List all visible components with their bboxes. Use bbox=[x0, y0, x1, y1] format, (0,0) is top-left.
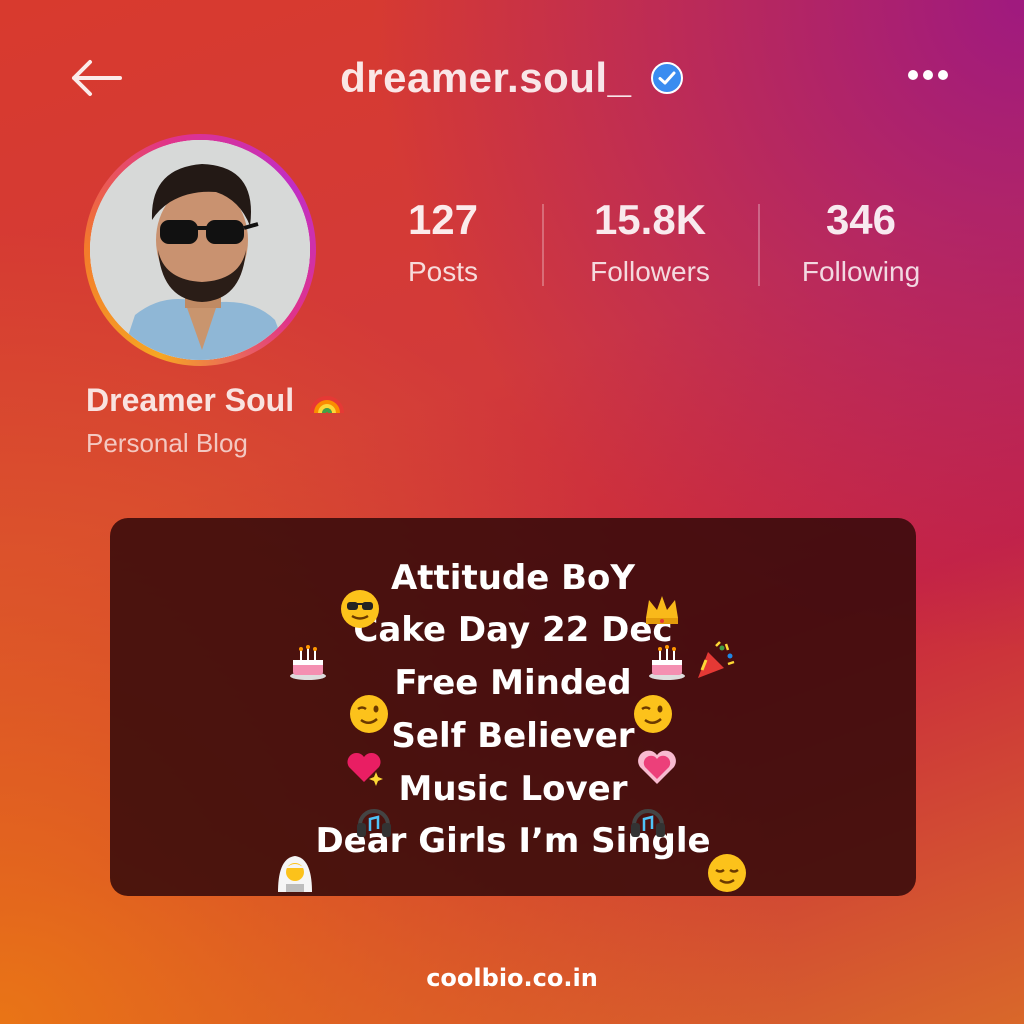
display-name: Dreamer Soul bbox=[86, 382, 295, 418]
bio-line: Dear Girls I’m Single bbox=[315, 821, 711, 861]
birthday-cake-emoji bbox=[649, 645, 685, 680]
profile-stats: 127 Posts 15.8K Followers 346 Following bbox=[360, 196, 960, 306]
headphones-emoji bbox=[631, 809, 665, 837]
sparkling-heart-emoji bbox=[347, 752, 383, 786]
bio-line: Attitude BoY bbox=[390, 558, 636, 598]
profile-category: Personal Blog bbox=[86, 428, 248, 458]
stat-label: Followers bbox=[590, 256, 710, 287]
relieved-face-emoji bbox=[708, 854, 746, 892]
person-with-veil-emoji bbox=[278, 856, 312, 892]
rainbow-emoji bbox=[309, 396, 344, 414]
stat-label: Following bbox=[801, 256, 921, 287]
growing-heart-emoji bbox=[638, 750, 676, 784]
verified-badge-icon bbox=[650, 62, 683, 94]
birthday-cake-emoji bbox=[290, 645, 326, 680]
headphones-emoji bbox=[357, 809, 391, 837]
bio-line: Self Believer bbox=[391, 716, 635, 756]
winking-face-emoji bbox=[350, 695, 388, 733]
stat-divider bbox=[542, 204, 544, 286]
avatar[interactable] bbox=[90, 140, 310, 360]
more-horizontal-icon[interactable] bbox=[906, 60, 950, 90]
profile-header: dreamer.soul_ bbox=[0, 50, 1024, 106]
stat-divider bbox=[758, 204, 760, 286]
bio-line: Free Minded bbox=[394, 663, 632, 703]
bio-card: Attitude BoY Cake Day 22 Dec Free Minded… bbox=[110, 518, 916, 896]
bio-line: Music Lover bbox=[398, 769, 628, 809]
stat-followers[interactable]: 15.8K Followers bbox=[550, 196, 750, 288]
sunglasses-face-emoji bbox=[341, 590, 379, 628]
username-container: dreamer.soul_ bbox=[0, 54, 1024, 102]
username: dreamer.soul_ bbox=[340, 54, 632, 101]
stat-value: 15.8K bbox=[593, 196, 707, 243]
avatar-photo bbox=[90, 140, 310, 360]
stat-value: 346 bbox=[825, 196, 897, 243]
story-ring[interactable] bbox=[84, 134, 316, 366]
stat-value: 127 bbox=[407, 196, 479, 243]
party-popper-emoji bbox=[698, 641, 735, 678]
display-name-row: Dreamer Soul bbox=[86, 382, 345, 419]
footer-site-link[interactable]: coolbio.co.in bbox=[0, 964, 1024, 992]
stat-posts[interactable]: 127 Posts bbox=[343, 196, 543, 288]
winking-face-emoji bbox=[634, 695, 672, 733]
crown-emoji bbox=[646, 596, 678, 624]
stat-label: Posts bbox=[407, 256, 479, 287]
bio-line: Cake Day 22 Dec bbox=[353, 610, 673, 650]
stat-following[interactable]: 346 Following bbox=[761, 196, 961, 288]
